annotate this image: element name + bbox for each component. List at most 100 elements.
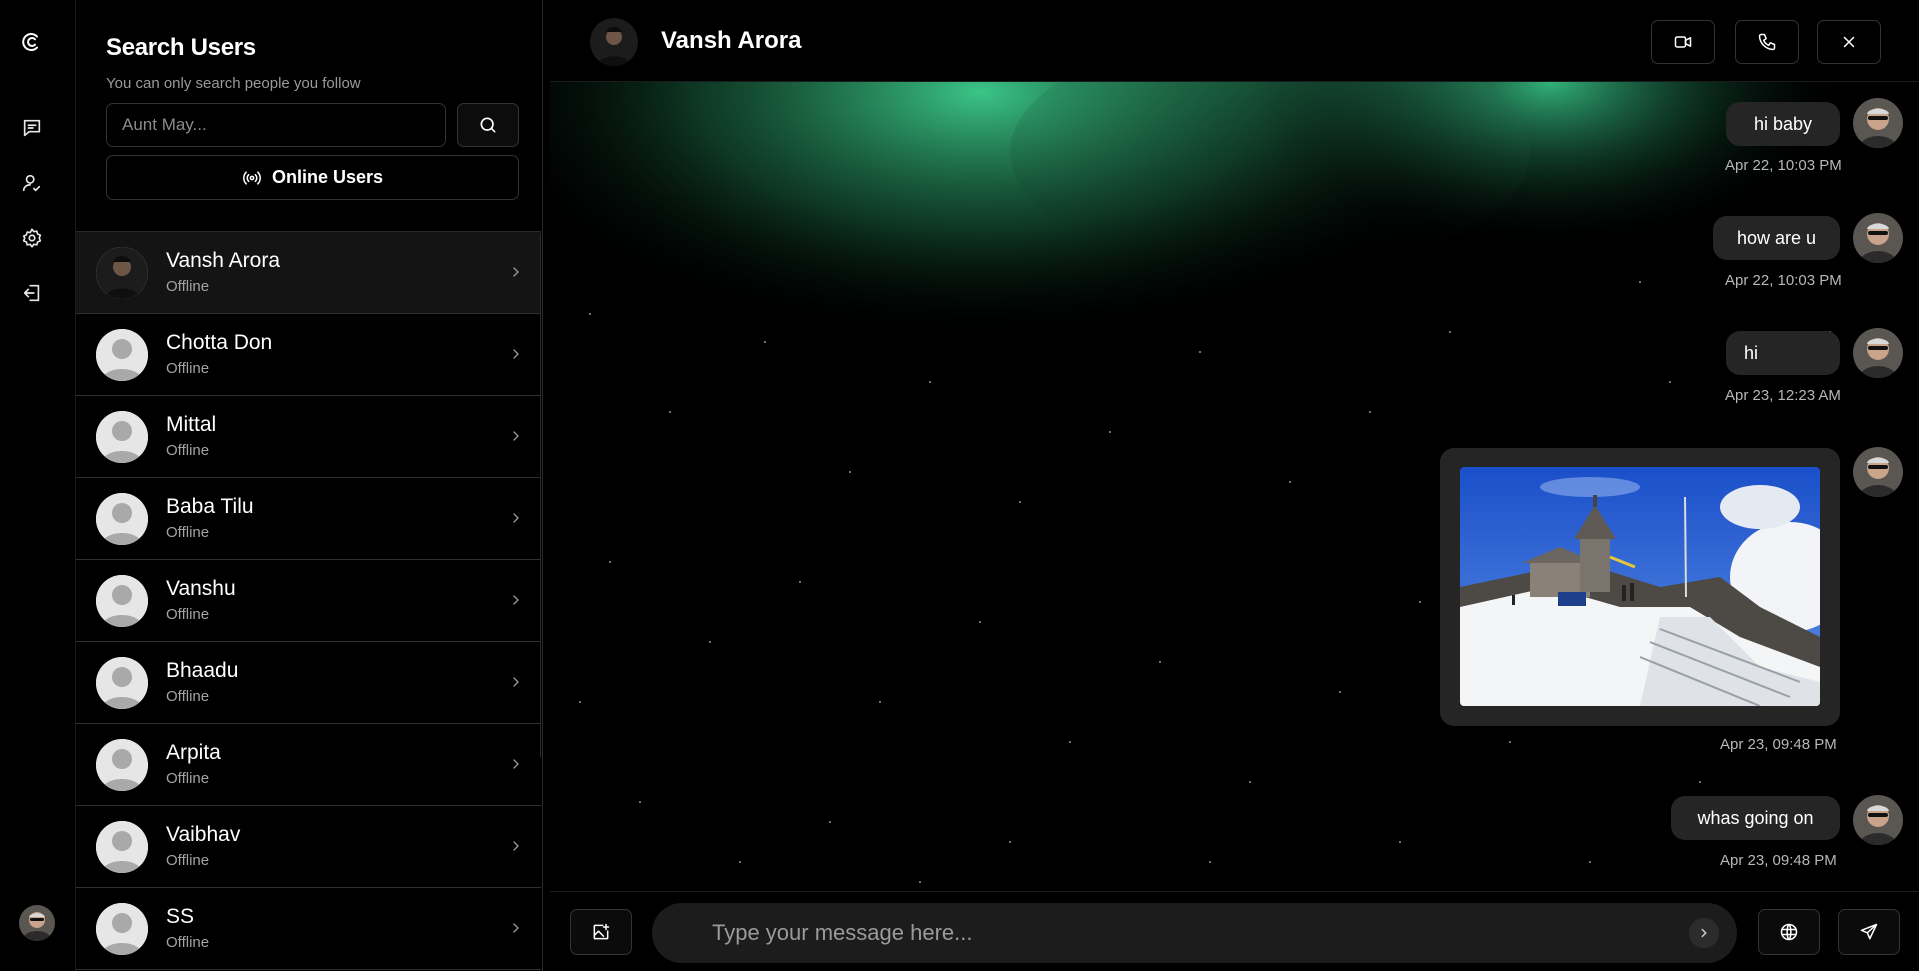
avatar[interactable] bbox=[19, 905, 55, 941]
message-text: whas going on bbox=[1697, 807, 1814, 828]
image-message[interactable] bbox=[1440, 448, 1840, 726]
attach-image-button[interactable] bbox=[570, 909, 632, 955]
message-bubble[interactable]: whas going on bbox=[1671, 796, 1840, 840]
phone-icon bbox=[1758, 33, 1776, 51]
user-name: Mittal bbox=[166, 413, 217, 436]
user-name: SS bbox=[166, 905, 195, 928]
chevron-right-icon bbox=[513, 841, 519, 851]
user-status: Offline bbox=[166, 770, 210, 787]
avatar bbox=[96, 739, 148, 791]
user-name: Vanshu bbox=[166, 577, 236, 600]
image-add-icon bbox=[593, 923, 610, 940]
chevron-right-icon bbox=[513, 349, 519, 359]
translate-button[interactable] bbox=[1758, 909, 1820, 955]
send-icon bbox=[1860, 923, 1878, 940]
logo-icon[interactable] bbox=[18, 28, 46, 56]
user-name: Vansh Arora bbox=[166, 249, 281, 272]
chevron-right-icon bbox=[513, 759, 519, 769]
list-item[interactable]: Chotta Don Offline bbox=[76, 314, 541, 396]
users-panel: Search Users You can only search people … bbox=[76, 0, 543, 971]
close-chat-button[interactable] bbox=[1817, 20, 1881, 64]
avatar bbox=[1853, 213, 1903, 263]
chat-header: Vansh Arora bbox=[550, 0, 1919, 82]
user-status: Offline bbox=[166, 360, 210, 377]
list-item[interactable]: Bhaadu Offline bbox=[76, 642, 541, 724]
video-icon bbox=[1674, 36, 1692, 48]
message-text: hi baby bbox=[1753, 113, 1813, 134]
list-item[interactable]: Baba Tilu Offline bbox=[76, 478, 541, 560]
scrollbar[interactable] bbox=[540, 232, 541, 759]
avatar bbox=[96, 903, 148, 955]
shared-photo[interactable] bbox=[1460, 467, 1820, 706]
user-status: Offline bbox=[166, 606, 210, 623]
gear-icon[interactable] bbox=[18, 224, 46, 252]
message-input[interactable] bbox=[652, 903, 1737, 963]
chevron-right-icon bbox=[513, 595, 519, 605]
panel-title: Search Users bbox=[106, 34, 256, 61]
chevron-right-icon bbox=[1701, 928, 1707, 938]
chevron-right-icon bbox=[513, 513, 519, 523]
contact-name: Vansh Arora bbox=[661, 27, 802, 54]
send-button[interactable] bbox=[1838, 909, 1900, 955]
chevron-right-icon bbox=[513, 677, 519, 687]
avatar bbox=[1853, 795, 1903, 845]
search-input[interactable] bbox=[106, 103, 446, 147]
user-name: Bhaadu bbox=[166, 659, 239, 682]
avatar[interactable] bbox=[590, 18, 638, 66]
avatar bbox=[96, 411, 148, 463]
online-users-button[interactable]: Online Users bbox=[106, 155, 519, 200]
list-item[interactable]: SS Offline bbox=[76, 888, 541, 970]
avatar bbox=[96, 329, 148, 381]
message-text: hi bbox=[1744, 342, 1759, 363]
user-list: Vansh Arora Offline Chotta Don Offline M… bbox=[76, 231, 541, 971]
globe-icon bbox=[1780, 923, 1798, 941]
avatar bbox=[96, 575, 148, 627]
avatar bbox=[96, 657, 148, 709]
avatar bbox=[1853, 447, 1903, 497]
user-status: Offline bbox=[166, 442, 210, 459]
chat-icon[interactable] bbox=[18, 114, 46, 142]
user-status: Offline bbox=[166, 524, 210, 541]
chevron-right-icon bbox=[513, 923, 519, 933]
message-time: Apr 22, 10:03 PM bbox=[1725, 272, 1842, 289]
voice-call-button[interactable] bbox=[1735, 20, 1799, 64]
list-item[interactable]: Mittal Offline bbox=[76, 396, 541, 478]
message-time: Apr 23, 09:48 PM bbox=[1720, 852, 1837, 869]
user-name: Arpita bbox=[166, 741, 221, 764]
close-icon bbox=[1843, 36, 1855, 48]
message-time: Apr 22, 10:03 PM bbox=[1725, 157, 1842, 174]
panel-subtitle: You can only search people you follow bbox=[106, 75, 361, 92]
avatar bbox=[1853, 98, 1903, 148]
list-item[interactable]: Arpita Offline bbox=[76, 724, 541, 806]
message-bubble[interactable]: hi baby bbox=[1726, 102, 1840, 146]
video-call-button[interactable] bbox=[1651, 20, 1715, 64]
message-bubble[interactable]: how are u bbox=[1713, 216, 1840, 260]
message-time: Apr 23, 09:48 PM bbox=[1720, 736, 1837, 753]
user-status: Offline bbox=[166, 934, 210, 951]
list-item[interactable]: Vansh Arora Offline bbox=[76, 232, 541, 314]
message-text: how are u bbox=[1736, 227, 1817, 248]
avatar bbox=[96, 821, 148, 873]
chat-area: Vansh Arora hi baby Apr 22, 10:03 PM how… bbox=[550, 0, 1919, 971]
user-status: Offline bbox=[166, 852, 210, 869]
search-button[interactable] bbox=[457, 103, 519, 147]
message-bubble[interactable]: hi bbox=[1726, 331, 1840, 375]
user-status: Offline bbox=[166, 688, 210, 705]
avatar bbox=[96, 493, 148, 545]
message-composer bbox=[550, 891, 1919, 971]
chevron-right-icon bbox=[513, 431, 519, 441]
logout-icon[interactable] bbox=[18, 279, 46, 307]
user-name: Vaibhav bbox=[166, 823, 241, 846]
avatar bbox=[1853, 328, 1903, 378]
user-name: Chotta Don bbox=[166, 331, 273, 354]
broadcast-icon bbox=[243, 170, 261, 185]
user-name: Baba Tilu bbox=[166, 495, 254, 518]
user-check-icon[interactable] bbox=[18, 169, 46, 197]
search-icon bbox=[480, 117, 496, 133]
avatar bbox=[96, 247, 148, 299]
list-item[interactable]: Vaibhav Offline bbox=[76, 806, 541, 888]
list-item[interactable]: Vanshu Offline bbox=[76, 560, 541, 642]
user-status: Offline bbox=[166, 278, 210, 295]
input-expand-button[interactable] bbox=[1689, 918, 1719, 948]
chevron-right-icon bbox=[513, 267, 519, 277]
